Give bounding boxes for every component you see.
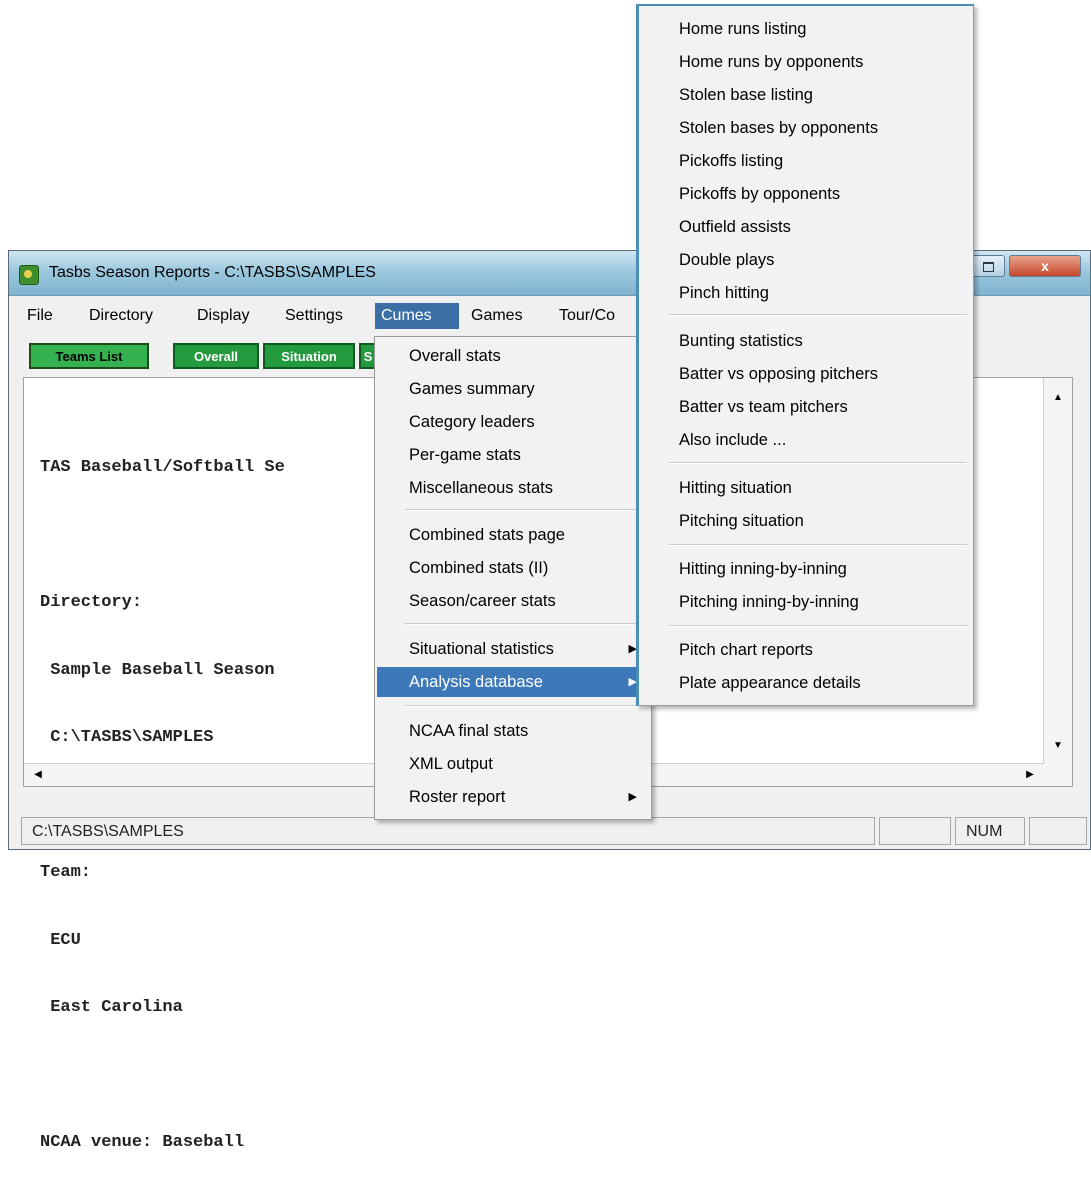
report-line bbox=[40, 1065, 285, 1088]
status-path: C:\TASBS\SAMPLES bbox=[21, 817, 875, 845]
menu-item-xml-output[interactable]: XML output bbox=[377, 749, 649, 779]
maximize-button[interactable] bbox=[969, 255, 1005, 277]
report-line: C:\TASBS\SAMPLES bbox=[40, 728, 214, 747]
report-line: ECU bbox=[40, 930, 81, 950]
menu-item-games-summary[interactable]: Games summary bbox=[377, 374, 649, 404]
situation-button[interactable]: Situation bbox=[263, 343, 355, 369]
menu-item-hitting-situation[interactable]: Hitting situation bbox=[641, 473, 971, 503]
menu-separator bbox=[405, 705, 645, 707]
menu-file[interactable]: File bbox=[21, 303, 59, 329]
menu-item-analysis-database[interactable]: Analysis database ▶ bbox=[377, 667, 649, 697]
arrow-down-icon[interactable]: ▼ bbox=[1046, 736, 1070, 756]
menu-item-hitting-inning-by-inning[interactable]: Hitting inning-by-inning bbox=[641, 554, 971, 584]
menu-item-pitching-inning-by-inning[interactable]: Pitching inning-by-inning bbox=[641, 587, 971, 617]
menu-separator bbox=[669, 462, 967, 464]
close-button[interactable]: x bbox=[1009, 255, 1081, 277]
arrow-right-icon[interactable]: ▶ bbox=[1018, 765, 1042, 785]
menu-display[interactable]: Display bbox=[191, 303, 255, 329]
overall-button[interactable]: Overall bbox=[173, 343, 259, 369]
report-line: Directory: bbox=[40, 593, 143, 612]
menu-item-stolen-bases-by-opponents[interactable]: Stolen bases by opponents bbox=[641, 113, 971, 143]
menu-separator bbox=[669, 314, 967, 316]
menu-item-ncaa-final-stats[interactable]: NCAA final stats bbox=[377, 716, 649, 746]
menu-item-overall-stats[interactable]: Overall stats bbox=[377, 341, 649, 371]
menu-separator bbox=[669, 625, 967, 627]
cumes-menu: Overall stats Games summary Category lea… bbox=[374, 336, 652, 820]
status-num: NUM bbox=[955, 817, 1025, 845]
menu-item-home-runs-by-opponents[interactable]: Home runs by opponents bbox=[641, 47, 971, 77]
menu-item-batter-vs-team-pitchers[interactable]: Batter vs team pitchers bbox=[641, 392, 971, 422]
menu-item-label: Situational statistics bbox=[409, 640, 554, 658]
menu-item-pickoffs-listing[interactable]: Pickoffs listing bbox=[641, 146, 971, 176]
menu-item-bunting-statistics[interactable]: Bunting statistics bbox=[641, 326, 971, 356]
vertical-scrollbar[interactable]: ▲ ▼ bbox=[1043, 378, 1072, 786]
menu-separator bbox=[405, 623, 645, 625]
chevron-right-icon: ▶ bbox=[628, 791, 637, 803]
arrow-left-icon[interactable]: ◀ bbox=[26, 765, 50, 785]
baseball-app-icon[interactable] bbox=[19, 265, 39, 285]
report-line: Team: bbox=[40, 863, 92, 882]
menu-item-outfield-assists[interactable]: Outfield assists bbox=[641, 212, 971, 242]
menu-item-combined-stats-ii[interactable]: Combined stats (II) bbox=[377, 553, 649, 583]
window-title: Tasbs Season Reports - C:\TASBS\SAMPLES bbox=[49, 264, 376, 281]
menu-item-stolen-base-listing[interactable]: Stolen base listing bbox=[641, 80, 971, 110]
report-line: Sample Baseball Season bbox=[40, 660, 275, 680]
report-line: TAS Baseball/Softball Se bbox=[40, 458, 285, 477]
menu-games[interactable]: Games bbox=[465, 303, 529, 329]
menu-item-season-career-stats[interactable]: Season/career stats bbox=[377, 586, 649, 616]
menu-item-home-runs-listing[interactable]: Home runs listing bbox=[641, 14, 971, 44]
menu-tour[interactable]: Tour/Co bbox=[553, 303, 621, 329]
menu-directory[interactable]: Directory bbox=[83, 303, 159, 329]
menu-item-miscellaneous-stats[interactable]: Miscellaneous stats bbox=[377, 473, 649, 503]
status-empty-cell bbox=[1029, 817, 1087, 845]
menu-item-double-plays[interactable]: Double plays bbox=[641, 245, 971, 275]
analysis-database-submenu: Home runs listing Home runs by opponents… bbox=[636, 4, 974, 706]
menu-item-per-game-stats[interactable]: Per-game stats bbox=[377, 440, 649, 470]
teams-list-button[interactable]: Teams List bbox=[29, 343, 149, 369]
menu-item-combined-stats-page[interactable]: Combined stats page bbox=[377, 520, 649, 550]
report-text: TAS Baseball/Softball Se Directory: Samp… bbox=[40, 412, 285, 1200]
menu-item-label: Roster report bbox=[409, 788, 506, 806]
arrow-up-icon[interactable]: ▲ bbox=[1046, 388, 1070, 408]
menu-item-plate-appearance-details[interactable]: Plate appearance details bbox=[641, 668, 971, 698]
menu-item-situational-statistics[interactable]: Situational statistics ▶ bbox=[377, 634, 649, 664]
menu-separator bbox=[669, 544, 967, 546]
menu-item-pitch-chart-reports[interactable]: Pitch chart reports bbox=[641, 635, 971, 665]
menu-item-pitching-situation[interactable]: Pitching situation bbox=[641, 506, 971, 536]
report-line: NCAA venue: Baseball bbox=[40, 1133, 245, 1152]
status-empty-cell bbox=[879, 817, 951, 845]
menu-item-roster-report[interactable]: Roster report ▶ bbox=[377, 782, 649, 812]
menu-settings[interactable]: Settings bbox=[279, 303, 349, 329]
menu-item-batter-vs-opposing-pitchers[interactable]: Batter vs opposing pitchers bbox=[641, 359, 971, 389]
menu-item-pickoffs-by-opponents[interactable]: Pickoffs by opponents bbox=[641, 179, 971, 209]
menu-cumes[interactable]: Cumes bbox=[375, 303, 459, 329]
report-line bbox=[40, 525, 285, 548]
menu-item-pinch-hitting[interactable]: Pinch hitting bbox=[641, 278, 971, 308]
menu-item-category-leaders[interactable]: Category leaders bbox=[377, 407, 649, 437]
menu-item-also-include[interactable]: Also include ... bbox=[641, 425, 971, 455]
report-line: East Carolina bbox=[40, 998, 183, 1017]
menu-separator bbox=[405, 509, 645, 511]
menu-item-label: Analysis database bbox=[409, 673, 543, 691]
